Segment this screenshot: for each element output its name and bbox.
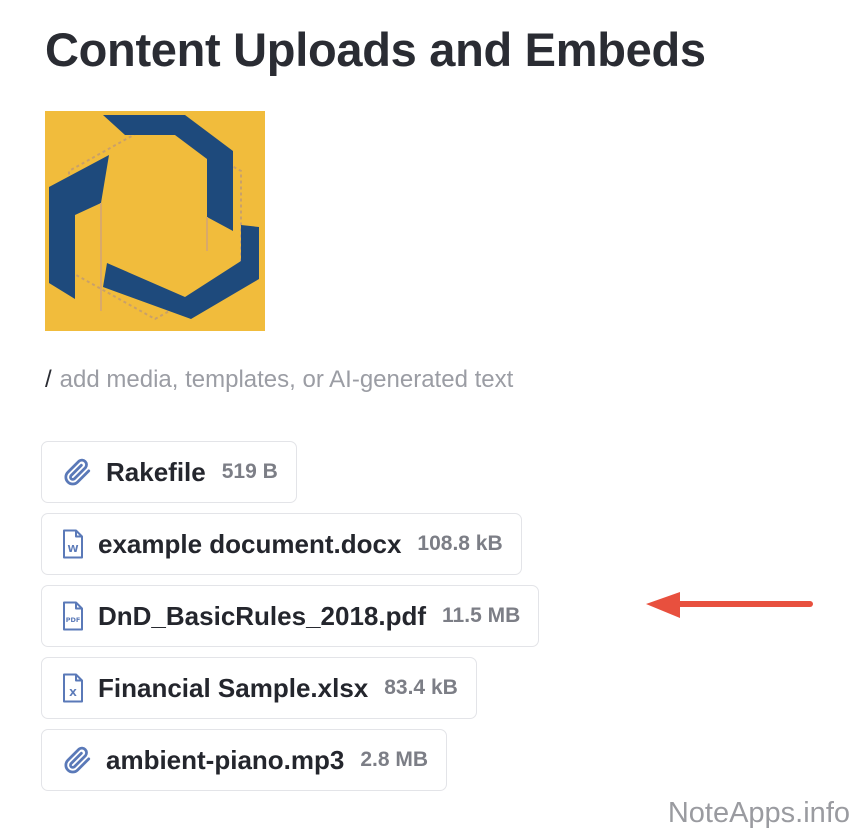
attachment-size: 11.5 MB [442, 604, 521, 627]
attachment-name: example document.docx [98, 528, 402, 559]
command-prefix: / [45, 366, 52, 393]
command-input[interactable]: / add media, templates, or AI-generated t… [45, 366, 513, 394]
svg-text:W: W [67, 544, 78, 555]
hexagon-logo-image [45, 111, 265, 331]
attachment-name: Financial Sample.xlsx [98, 672, 369, 703]
watermark: NoteApps.info [667, 797, 850, 829]
paperclip-icon [60, 456, 94, 488]
pdf-file-icon: PDF [60, 600, 86, 632]
command-placeholder: add media, templates, or AI-generated te… [59, 366, 514, 393]
page-title: Content Uploads and Embeds [45, 23, 706, 76]
attachment-name: Rakefile [106, 456, 206, 487]
attachment-docx[interactable]: W example document.docx 108.8 kB [41, 513, 522, 575]
svg-text:PDF: PDF [66, 616, 81, 624]
hero-image[interactable] [45, 111, 265, 331]
excel-file-icon: X [60, 672, 86, 704]
attachment-name: ambient-piano.mp3 [106, 744, 345, 775]
attachment-pdf[interactable]: PDF DnD_BasicRules_2018.pdf 11.5 MB [41, 585, 540, 647]
annotation-arrow-icon [646, 592, 813, 618]
svg-text:X: X [69, 688, 77, 699]
attachment-size: 2.8 MB [360, 748, 429, 771]
attachment-name: DnD_BasicRules_2018.pdf [98, 600, 427, 631]
attachment-size: 519 B [221, 460, 278, 483]
word-file-icon: W [60, 528, 86, 560]
attachment-xlsx[interactable]: X Financial Sample.xlsx 83.4 kB [41, 657, 477, 719]
attachment-mp3[interactable]: ambient-piano.mp3 2.8 MB [41, 729, 448, 791]
paperclip-icon [60, 744, 94, 776]
attachment-size: 108.8 kB [417, 532, 503, 555]
attachment-rakefile[interactable]: Rakefile 519 B [41, 441, 297, 503]
attachment-size: 83.4 kB [384, 676, 458, 699]
